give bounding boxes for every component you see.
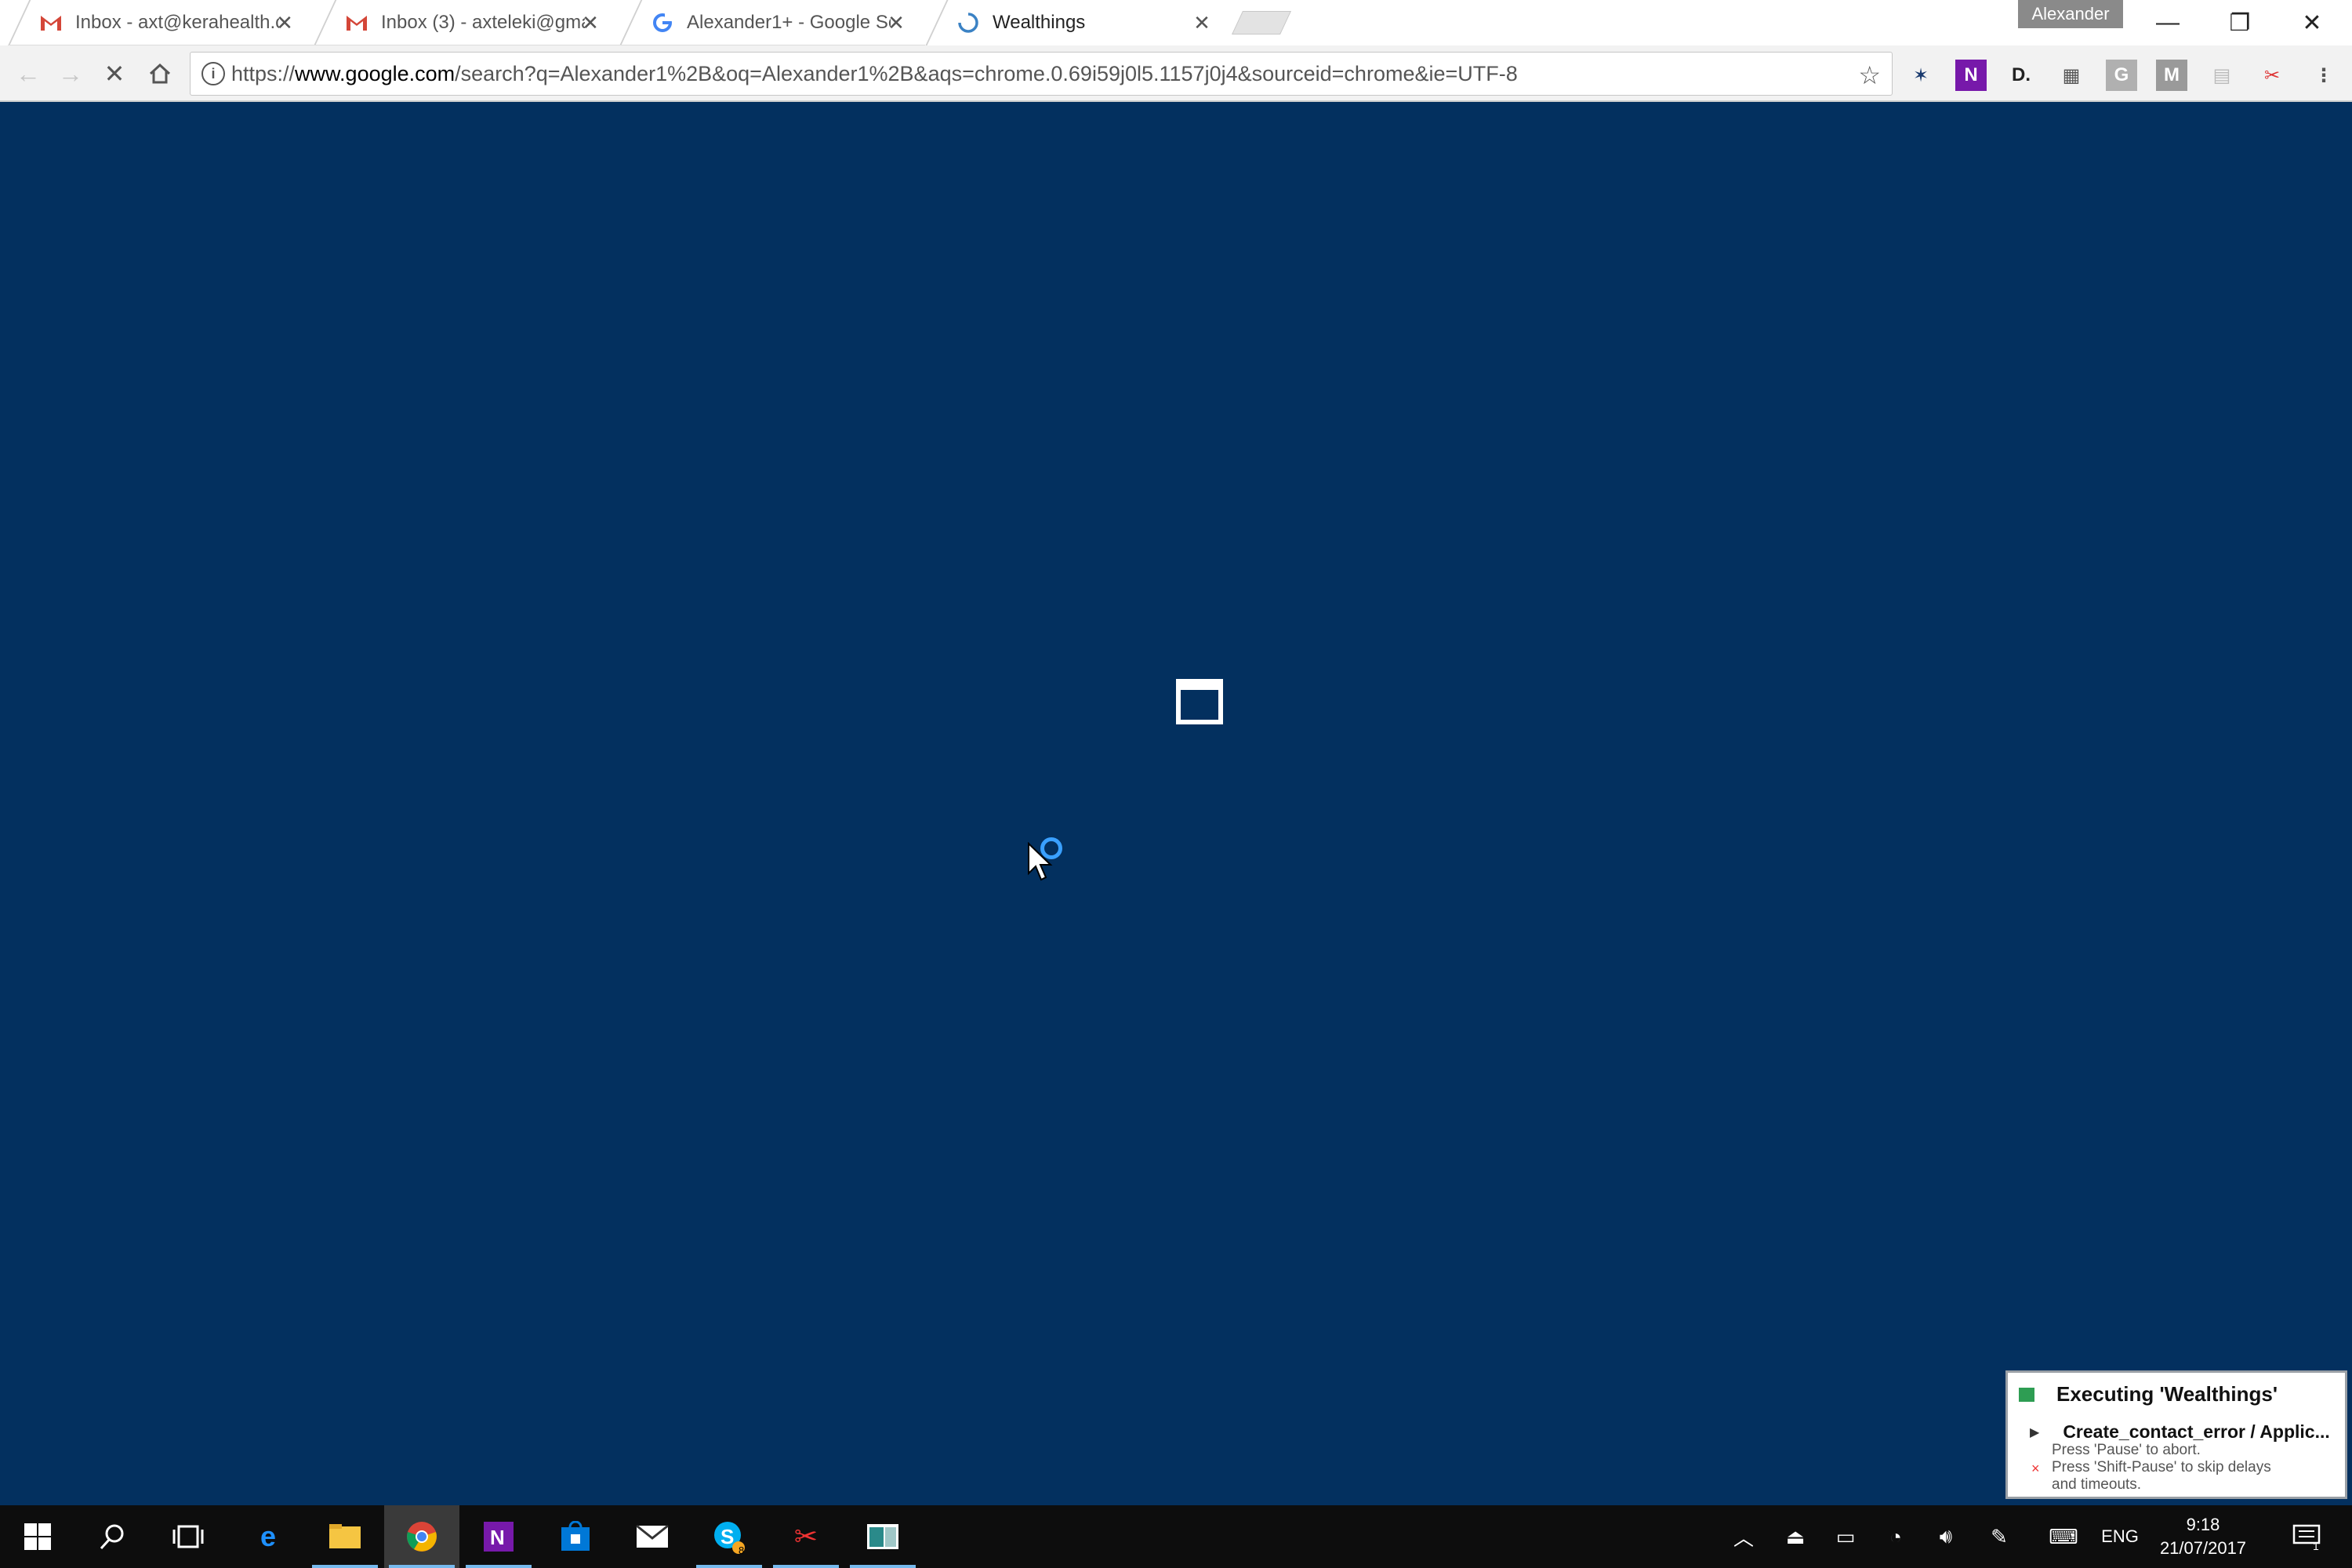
tab-close-icon[interactable]: ✕	[1190, 11, 1214, 35]
skype-icon[interactable]: S 8	[691, 1505, 767, 1568]
notification-step: ▶ Create_contact_error / Applic...	[2019, 1421, 2347, 1443]
page-content	[0, 102, 2352, 1505]
minimize-icon[interactable]: —	[2132, 0, 2203, 45]
step-label: Create_contact_error / Applic...	[2063, 1421, 2330, 1442]
battery-icon[interactable]: ▭	[1830, 1505, 1861, 1568]
tab-google-search[interactable]: Alexander1+ - Google Se ✕	[619, 0, 925, 45]
menu-icon[interactable]: ⋮	[2308, 60, 2339, 91]
clock-date: 21/07/2017	[2159, 1538, 2247, 1558]
reader-icon[interactable]: ▤	[2206, 60, 2238, 91]
volume-icon[interactable]: 🔊︎	[1930, 1505, 1962, 1568]
notification-header: Executing 'Wealthings'	[2019, 1382, 2278, 1406]
display-icon[interactable]: ⏏	[1780, 1505, 1811, 1568]
tools-taskbar-icon[interactable]: ✂	[768, 1505, 844, 1568]
url-host: www.google.com	[295, 61, 456, 85]
onenote-taskbar-icon[interactable]: N	[461, 1505, 536, 1568]
chevron-up-icon[interactable]: ︿	[1730, 1505, 1758, 1568]
svg-text:N: N	[490, 1526, 505, 1549]
notification-title: Executing 'Wealthings'	[2056, 1382, 2278, 1406]
info-icon[interactable]: i	[201, 62, 225, 85]
action-center-icon[interactable]: 1	[2285, 1505, 2328, 1568]
clock-time: 9:18	[2186, 1515, 2220, 1534]
mail-icon[interactable]	[615, 1505, 690, 1568]
keyboard-icon[interactable]: ⌨	[2045, 1505, 2082, 1568]
app-window-taskbar-icon[interactable]	[845, 1505, 920, 1568]
notification-line: Press 'Shift-Pause' to skip delays	[2052, 1459, 2271, 1475]
url-scheme: https://	[231, 61, 296, 85]
notification-line: and timeouts.	[2052, 1476, 2142, 1493]
play-icon: ▶	[2030, 1425, 2040, 1439]
pen-icon[interactable]: ✎	[1984, 1505, 2015, 1568]
taskbar: e N S 8 ✂ ︿ ⏏ ▭ ◔ 🔊︎ ✎ ⌨ ENG 9:18 21/07/…	[0, 1505, 2352, 1568]
close-window-icon[interactable]: ✕	[2277, 0, 2347, 45]
forward-icon[interactable]: →	[53, 56, 88, 91]
tab-close-icon[interactable]: ✕	[884, 11, 908, 35]
tab-title: Inbox - axt@kerahealth.c	[75, 11, 279, 33]
store-icon[interactable]	[538, 1505, 613, 1568]
execution-notification: Executing 'Wealthings' ▶ Create_contact_…	[2005, 1370, 2347, 1499]
tab-title: Wealthings	[993, 12, 1086, 33]
g-icon[interactable]: G	[2106, 60, 2137, 91]
tab-inbox-gmail[interactable]: Inbox (3) - axteleki@gma ✕	[314, 0, 619, 45]
tab-inbox-kerahealth[interactable]: Inbox - axt@kerahealth.c ✕	[8, 0, 314, 45]
wifi-icon[interactable]: ◔	[1880, 1505, 1911, 1568]
google-icon	[651, 11, 674, 34]
back-icon[interactable]: ←	[11, 56, 45, 91]
tab-wealthings[interactable]: Wealthings ✕	[925, 0, 1231, 45]
tab-close-icon[interactable]: ✕	[273, 11, 296, 35]
home-icon[interactable]	[143, 56, 177, 91]
tab-title: Inbox (3) - axteleki@gma	[381, 11, 585, 33]
gmail-icon	[39, 11, 63, 34]
grammarly-like-icon[interactable]: ✶	[1905, 60, 1936, 91]
error-mark-icon: ×	[2031, 1461, 2040, 1476]
stop-icon[interactable]: ✕	[97, 56, 132, 91]
flag-icon	[2019, 1387, 2034, 1402]
search-icon[interactable]	[75, 1505, 151, 1568]
clock[interactable]: 9:18 21/07/2017	[2132, 1513, 2274, 1560]
edge-icon[interactable]: e	[230, 1505, 306, 1568]
tab-title: Alexander1+ - Google Se	[687, 11, 891, 33]
onenote-icon[interactable]: N	[1955, 60, 1987, 91]
notification-line: Press 'Pause' to abort.	[2052, 1442, 2201, 1458]
file-explorer-icon[interactable]	[307, 1505, 383, 1568]
loading-icon	[956, 11, 980, 34]
gmail-icon	[345, 11, 368, 34]
svg-text:S: S	[720, 1525, 734, 1548]
skype-badge: 8	[739, 1544, 745, 1556]
start-icon[interactable]	[0, 1505, 75, 1568]
restore-icon[interactable]: ❐	[2205, 0, 2275, 45]
bookmark-star-icon[interactable]: ☆	[1858, 60, 1881, 90]
chrome-icon[interactable]	[384, 1505, 459, 1568]
new-tab-button[interactable]	[1232, 11, 1291, 34]
busy-spinner-icon	[1040, 837, 1062, 859]
m-icon[interactable]: M	[2156, 60, 2187, 91]
tab-close-icon[interactable]: ✕	[579, 11, 602, 35]
url-path: /search?q=Alexander1%2B&oq=Alexander1%2B…	[455, 61, 1518, 85]
task-view-icon[interactable]	[151, 1505, 226, 1568]
d-icon[interactable]: D.	[2005, 60, 2037, 91]
address-bar[interactable]: i https://www.google.com/search?q=Alexan…	[190, 52, 1893, 96]
browser-toolbar: ← → ✕ i https://www.google.com/search?q=…	[0, 45, 2352, 102]
notification-count: 1	[2313, 1540, 2319, 1552]
tab-strip: Inbox - axt@kerahealth.c ✕ Inbox (3) - a…	[0, 0, 2352, 45]
tools-icon[interactable]: ✂	[2256, 60, 2288, 91]
window-icon	[1176, 679, 1223, 724]
profile-button[interactable]: Alexander	[2018, 0, 2123, 28]
qr-icon[interactable]: ▦	[2056, 60, 2087, 91]
